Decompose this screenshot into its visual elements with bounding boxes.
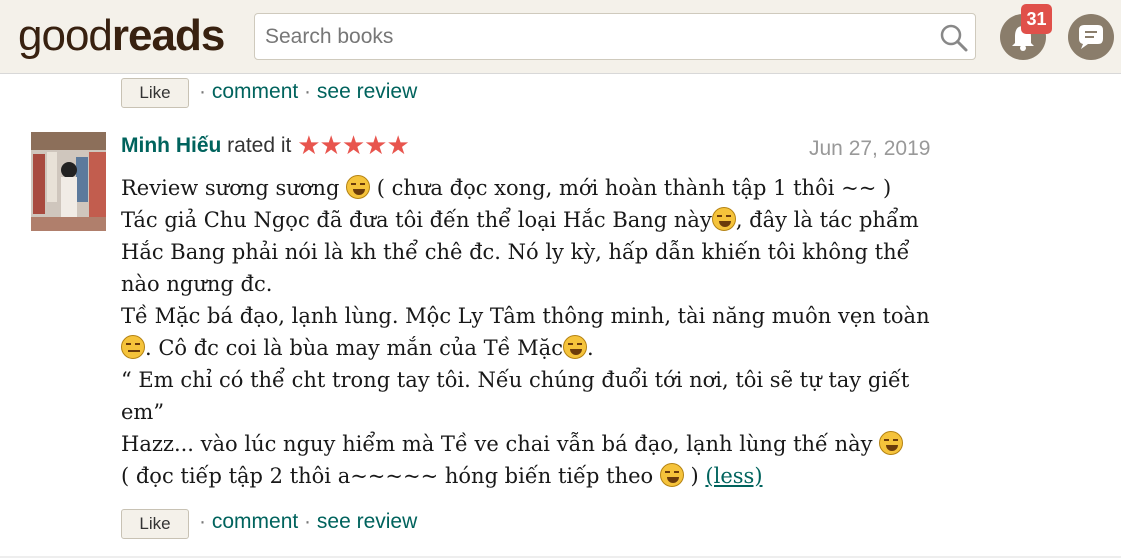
search-box xyxy=(254,13,976,60)
rated-text: rated it xyxy=(227,134,292,157)
logo-good: good xyxy=(18,11,113,60)
goodreads-logo[interactable]: goodreads xyxy=(18,10,225,62)
star-rating: ★★★★★ xyxy=(297,130,410,160)
reviewer-name-link[interactable]: Minh Hiếu xyxy=(121,134,221,157)
review-header: Minh Hiếu rated it ★★★★★ xyxy=(121,130,410,161)
separator: · xyxy=(199,80,206,103)
see-review-link[interactable]: see review xyxy=(317,80,417,103)
search-input[interactable] xyxy=(265,22,925,52)
chat-bubble-icon xyxy=(1079,25,1103,49)
notification-badge: 31 xyxy=(1021,4,1052,34)
top-header: goodreads 31 xyxy=(0,0,1121,74)
separator: · xyxy=(304,510,312,533)
review-line: ( đọc tiếp tập 2 thôi a~~~~~ hóng biến t… xyxy=(121,463,763,488)
laughing-emoji-icon xyxy=(659,463,684,487)
separator: · xyxy=(304,80,312,103)
review-line: “ Em chỉ có thể cht trong tay tôi. Nếu c… xyxy=(121,368,910,424)
grinning-squint-emoji-icon xyxy=(879,431,904,455)
review-line: Review sương sương ( chưa đọc xong, mới … xyxy=(121,175,892,200)
grinning-squint-emoji-icon xyxy=(711,207,736,231)
separator: · xyxy=(199,510,206,533)
laughing-emoji-icon xyxy=(346,175,371,199)
review-text: Review sương sương ( chưa đọc xong, mới … xyxy=(121,172,941,492)
messages-button[interactable] xyxy=(1068,14,1114,60)
review-line: Tác giả Chu Ngọc đã đưa tôi đến thể loại… xyxy=(121,207,919,296)
review-actions: · comment · see review xyxy=(199,510,417,534)
review-date[interactable]: Jun 27, 2019 xyxy=(809,137,930,161)
avatar-photo xyxy=(31,132,106,231)
laughing-emoji-icon xyxy=(562,335,587,359)
like-button[interactable]: Like xyxy=(121,509,189,539)
see-review-link[interactable]: see review xyxy=(317,510,417,533)
review-line: Tề Mặc bá đạo, lạnh lùng. Mộc Ly Tâm thô… xyxy=(121,304,930,360)
previous-review-actions: · comment · see review xyxy=(199,80,417,104)
logo-reads: reads xyxy=(111,11,225,60)
expressionless-emoji-icon xyxy=(121,335,145,359)
reviewer-avatar[interactable] xyxy=(31,132,106,231)
search-icon[interactable] xyxy=(939,23,969,53)
comment-link[interactable]: comment xyxy=(212,80,298,103)
review-line: Hazz... vào lúc nguy hiểm mà Tề ve chai … xyxy=(121,428,941,460)
like-button-previous[interactable]: Like xyxy=(121,78,189,108)
comment-link[interactable]: comment xyxy=(212,510,298,533)
less-link[interactable]: (less) xyxy=(705,464,762,488)
